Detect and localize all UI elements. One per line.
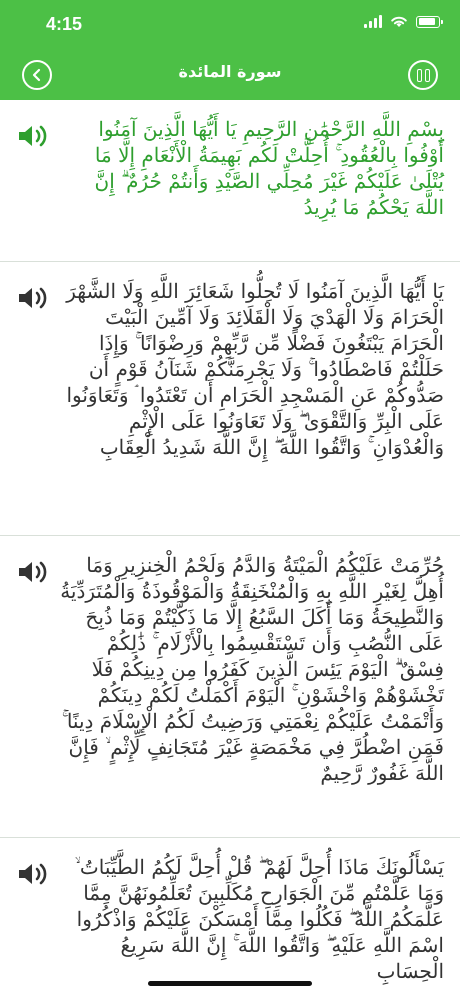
wifi-icon xyxy=(391,16,407,27)
status-bar: 4:15 xyxy=(0,0,460,48)
battery-icon xyxy=(416,15,443,28)
verse-item[interactable]: بِسْمِ اللَّهِ الرَّحْمَٰنِ الرَّحِيمِ ي… xyxy=(0,100,460,262)
pause-button[interactable] xyxy=(408,60,438,90)
verse-list[interactable]: بِسْمِ اللَّهِ الرَّحْمَٰنِ الرَّحِيمِ ي… xyxy=(0,100,460,996)
verse-text: يَا أَيُّهَا الَّذِينَ آمَنُوا لَا تُحِل… xyxy=(66,279,444,459)
nav-bar: سورة المائدة xyxy=(0,48,460,100)
speaker-icon[interactable] xyxy=(16,284,50,312)
verse-text: حُرِّمَتْ عَلَيْكُمُ الْمَيْتَةُ وَالدَّ… xyxy=(60,553,444,785)
verse-text: يَسْأَلُونَكَ مَاذَا أُحِلَّ لَهُمْ ۖ قُ… xyxy=(74,855,444,983)
signal-icon xyxy=(364,15,382,28)
verse-text: بِسْمِ اللَّهِ الرَّحْمَٰنِ الرَّحِيمِ ي… xyxy=(94,117,444,219)
status-time: 4:15 xyxy=(46,14,83,34)
speaker-icon[interactable] xyxy=(16,122,50,150)
verse-item[interactable]: يَسْأَلُونَكَ مَاذَا أُحِلَّ لَهُمْ ۖ قُ… xyxy=(0,838,460,996)
speaker-icon[interactable] xyxy=(16,558,50,586)
speaker-icon[interactable] xyxy=(16,860,50,888)
verse-item[interactable]: حُرِّمَتْ عَلَيْكُمُ الْمَيْتَةُ وَالدَّ… xyxy=(0,536,460,838)
home-indicator[interactable] xyxy=(148,981,312,986)
pause-icon xyxy=(416,68,430,82)
battery-level xyxy=(418,18,435,25)
verse-item[interactable]: يَا أَيُّهَا الَّذِينَ آمَنُوا لَا تُحِل… xyxy=(0,262,460,536)
page-title: سورة المائدة xyxy=(178,62,282,81)
status-icons xyxy=(364,15,443,28)
